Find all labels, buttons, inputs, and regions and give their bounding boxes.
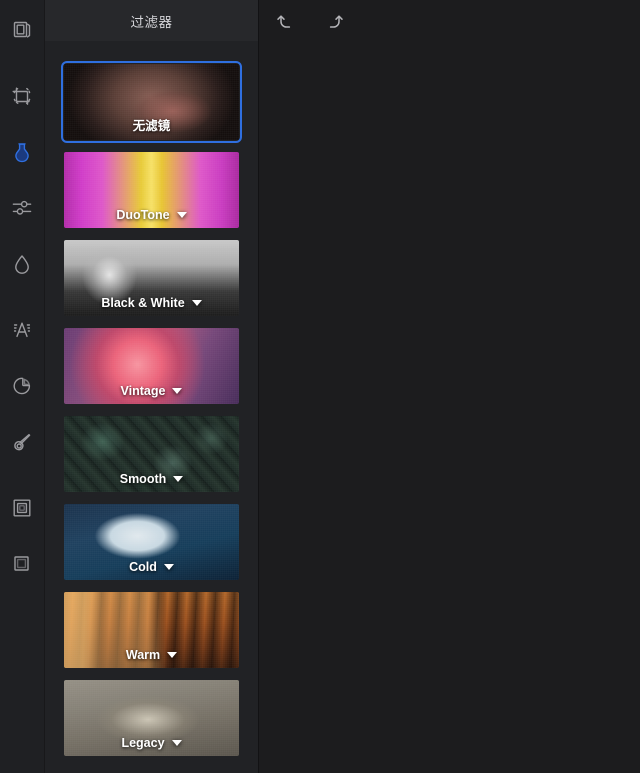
filter-thumb-bw[interactable]: Black & White [64,240,239,316]
filter-panel: 过滤器 无滤镜 DuoTone Black & White Vintage Smooth… [45,0,258,773]
tool-rail [0,0,45,773]
sticker-icon[interactable] [0,364,45,408]
image-icon[interactable] [0,8,45,52]
filter-preview-image [64,680,239,756]
crop-rotate-icon[interactable] [0,74,45,118]
filter-icon[interactable] [0,130,45,174]
frame-icon[interactable] [0,486,45,530]
filter-thumb-smooth[interactable]: Smooth [64,416,239,492]
text-icon[interactable] [0,308,45,352]
canvas-area[interactable] [258,0,640,773]
droplet-icon[interactable] [0,242,45,286]
panel-title: 过滤器 [45,0,258,41]
history-toolbar [259,0,640,41]
filter-preview-image [64,592,239,668]
redo-icon[interactable] [321,8,347,34]
brush-icon[interactable] [0,420,45,464]
undo-icon[interactable] [273,8,299,34]
filter-thumb-cold[interactable]: Cold [64,504,239,580]
filter-preview-image [64,64,239,140]
border-icon[interactable] [0,542,45,586]
editor-window: 过滤器 无滤镜 DuoTone Black & White Vintage Smooth… [0,0,640,773]
filter-preview-image [64,240,239,316]
filter-preview-image [64,504,239,580]
filter-preview-image [64,152,239,228]
adjust-sliders-icon[interactable] [0,186,45,230]
filter-thumb-warm[interactable]: Warm [64,592,239,668]
filter-preview-image [64,328,239,404]
filter-preview-image [64,416,239,492]
filter-thumb-none[interactable]: 无滤镜 [61,61,242,143]
filter-thumb-legacy[interactable]: Legacy [64,680,239,756]
filter-thumb-duotone[interactable]: DuoTone [64,152,239,228]
filter-list[interactable]: 无滤镜 DuoTone Black & White Vintage Smooth Cold… [45,41,258,773]
filter-thumb-vintage[interactable]: Vintage [64,328,239,404]
